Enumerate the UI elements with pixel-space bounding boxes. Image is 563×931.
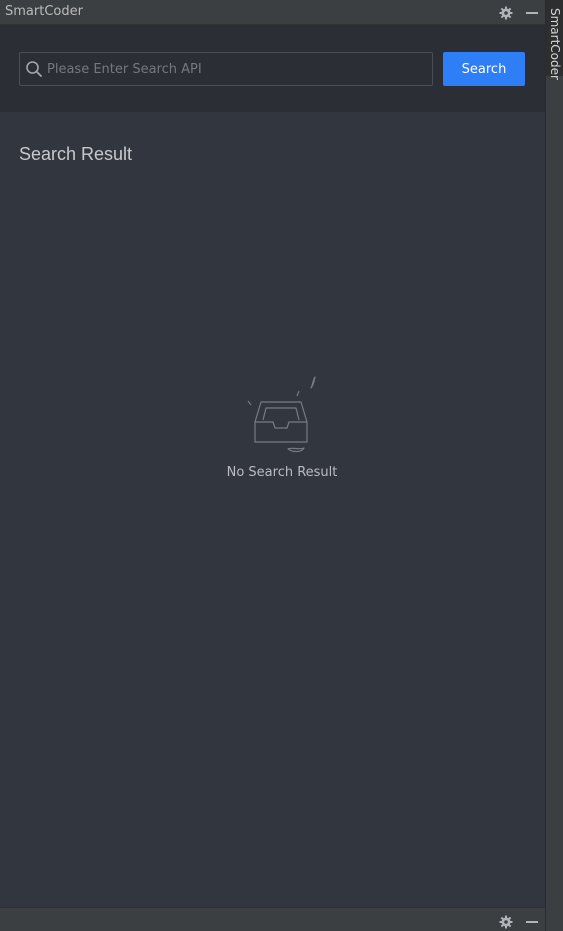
empty-state: No Search Result: [182, 374, 382, 484]
bottom-minimize-icon[interactable]: [525, 914, 539, 928]
search-result-heading: Search Result: [19, 144, 133, 164]
bottom-settings-gear-icon[interactable]: [499, 914, 513, 929]
side-tab-label: SmartCoder: [548, 8, 562, 80]
search-icon: [25, 60, 43, 78]
search-bar: Search: [0, 25, 545, 112]
minimize-icon[interactable]: [525, 5, 539, 19]
tool-window-header: SmartCoder: [0, 0, 545, 25]
search-field[interactable]: [19, 52, 433, 86]
search-button[interactable]: Search: [443, 52, 525, 86]
empty-state-message: No Search Result: [226, 465, 338, 480]
empty-inbox-icon: [242, 374, 322, 464]
settings-gear-icon[interactable]: [499, 5, 513, 20]
tool-window-title: SmartCoder: [5, 4, 83, 19]
search-results-panel: Search Result No Search Result: [0, 112, 545, 907]
bottom-tool-bar: [0, 907, 545, 931]
side-tab-smartcoder[interactable]: SmartCoder: [546, 0, 563, 80]
right-tool-stripe: SmartCoder: [545, 0, 563, 931]
search-input[interactable]: [47, 53, 427, 85]
smartcoder-tool-window: SmartCoder SmartCoder Please Enter Searc…: [0, 0, 563, 931]
